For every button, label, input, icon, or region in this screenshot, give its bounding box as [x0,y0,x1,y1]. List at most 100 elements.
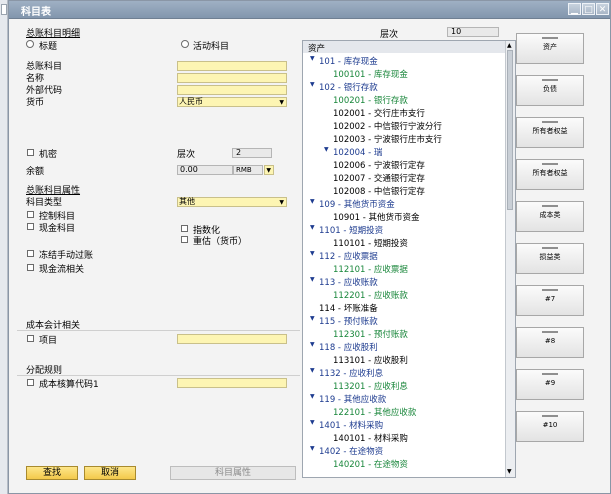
tree-item[interactable]: 102008 - 中信银行定存 [333,185,425,197]
tree-item[interactable]: 100201 - 银行存款 [333,94,408,106]
drawer-handle-icon [542,163,558,165]
expand-arrow-icon[interactable]: ▼ [310,341,315,348]
project-input[interactable] [177,334,287,344]
category-drawer-button[interactable]: #9 [516,369,584,400]
tree-item[interactable]: 113 - 应收账款 [319,276,378,288]
expand-arrow-icon[interactable]: ▼ [310,81,315,88]
currency-select[interactable]: 人民币 ▼ [177,97,287,107]
expand-arrow-icon[interactable]: ▼ [310,419,315,426]
scroll-up-icon[interactable]: ▲ [507,42,512,49]
expand-arrow-icon[interactable]: ▼ [310,276,315,283]
scroll-thumb[interactable] [507,50,513,210]
tree-item[interactable]: 1101 - 短期投资 [319,224,383,236]
expand-arrow-icon[interactable]: ▼ [324,146,329,153]
project-checkbox[interactable] [27,335,34,342]
tree-item[interactable]: 119 - 其他应收款 [319,393,386,405]
tree-item[interactable]: 1402 - 在途物资 [319,445,383,457]
tree-item[interactable]: 100101 - 库存现金 [333,68,408,80]
find-button[interactable]: 查找 [26,466,78,480]
category-drawer-button[interactable]: 成本类 [516,201,584,232]
cost-center-checkbox[interactable] [27,379,34,386]
balance-dropdown[interactable]: ▼ [264,165,274,175]
tree-item[interactable]: 113201 - 应收利息 [333,380,408,392]
expand-arrow-icon[interactable]: ▼ [310,445,315,452]
tree-item[interactable]: 101 - 库存现金 [319,55,378,67]
cancel-button[interactable]: 取消 [84,466,136,480]
tree-item[interactable]: 112 - 应收票据 [319,250,378,262]
title-radio[interactable] [26,40,34,48]
ext-code-input[interactable] [177,85,287,95]
window-title: 科目表 [21,7,51,18]
category-drawer-button[interactable]: 损益类 [516,243,584,274]
category-drawer-button[interactable]: 所有者权益 [516,159,584,190]
tree-item[interactable]: 109 - 其他货币资金 [319,198,395,210]
expand-arrow-icon[interactable]: ▼ [310,315,315,322]
tree-item[interactable]: 140101 - 材料采购 [333,432,408,444]
tree-level-field[interactable]: 10 [447,27,499,37]
revaluation-label: 重估（货币） [193,237,248,247]
divider [17,330,300,331]
indexed-checkbox[interactable] [181,225,188,232]
expand-arrow-icon[interactable]: ▼ [310,367,315,374]
freeze-manual-label: 冻结手动过账 [39,251,94,261]
tree-item[interactable]: 102006 - 宁波银行定存 [333,159,425,171]
tree-item[interactable]: 1401 - 材料采购 [319,419,383,431]
tree-item[interactable]: 10901 - 其他货币资金 [333,211,420,223]
level-field[interactable]: 2 [232,148,272,158]
tree-item[interactable]: 1132 - 应收利息 [319,367,383,379]
name-input[interactable] [177,73,287,83]
tree-item[interactable]: 113101 - 应收股利 [333,354,408,366]
cost-center-input[interactable] [177,378,287,388]
tree-item[interactable]: 102 - 银行存款 [319,81,378,93]
account-tree[interactable]: 资产 ▼ 101 - 库存现金 100101 - 库存现金 ▼ 102 - 银行存款 10… [302,40,516,478]
category-drawer-button[interactable]: 负债 [516,75,584,106]
tree-item[interactable]: 140201 - 在途物资 [333,458,408,470]
tree-item[interactable]: 102002 - 中信银行宁波分行 [333,120,442,132]
expand-arrow-icon[interactable]: ▼ [310,393,315,400]
category-drawer-button[interactable]: 资产 [516,33,584,64]
title-bar[interactable]: 科目表 ▁ □ ✕ [9,1,610,19]
account-props-button[interactable]: 科目属性 [170,466,296,480]
acct-type-select[interactable]: 其他 ▼ [177,197,287,207]
tree-level-label: 层次 [380,30,399,40]
active-account-radio[interactable] [181,40,189,48]
tree-item[interactable]: 102001 - 交行庄市支行 [333,107,425,119]
category-drawer-button[interactable]: 所有者权益 [516,117,584,148]
tree-item[interactable]: 118 - 应收股利 [319,341,378,353]
category-drawer-button[interactable]: #10 [516,411,584,442]
balance-field[interactable]: 0.00 [177,165,233,175]
expand-arrow-icon[interactable]: ▼ [310,55,315,62]
tree-item[interactable]: 112301 - 预付账款 [333,328,408,340]
tree-item[interactable]: 122101 - 其他应收款 [333,406,416,418]
scroll-down-icon[interactable]: ▼ [507,468,512,475]
tree-item[interactable]: 102003 - 宁波银行庄市支行 [333,133,442,145]
tree-item[interactable]: 114 - 坏账准备 [319,302,378,314]
tree-item[interactable]: 110101 - 短期投资 [333,237,408,249]
tree-item[interactable]: 115 - 预付账款 [319,315,378,327]
category-drawer-button[interactable]: #7 [516,285,584,316]
revaluation-checkbox[interactable] [181,236,188,243]
freeze-manual-checkbox[interactable] [27,250,34,257]
control-account-checkbox[interactable] [27,211,34,218]
minimize-button[interactable]: ▁ [568,3,581,15]
drawer-label: #9 [544,379,556,387]
cashflow-checkbox[interactable] [27,264,34,271]
expand-arrow-icon[interactable]: ▼ [310,250,315,257]
gl-details-title: 总账科目明细 [26,29,81,39]
tree-item[interactable]: 112101 - 应收票据 [333,263,408,275]
maximize-button[interactable]: □ [582,3,595,15]
tree-scrollbar[interactable]: ▲ ▼ [505,41,515,477]
close-button[interactable]: ✕ [596,3,609,15]
drawer-label: 资产 [543,43,557,51]
cash-account-checkbox[interactable] [27,223,34,230]
tree-item[interactable]: 112201 - 应收账款 [333,289,408,301]
category-drawer-button[interactable]: #8 [516,327,584,358]
confidential-checkbox[interactable] [27,149,34,156]
expand-arrow-icon[interactable]: ▼ [310,198,315,205]
tree-item[interactable]: 102004 - 瑞 [333,146,382,158]
tree-item[interactable]: 102007 - 交通银行定存 [333,172,425,184]
tree-header [303,41,507,53]
drawer-handle-icon [542,79,558,81]
expand-arrow-icon[interactable]: ▼ [310,224,315,231]
account-input[interactable] [177,61,287,71]
